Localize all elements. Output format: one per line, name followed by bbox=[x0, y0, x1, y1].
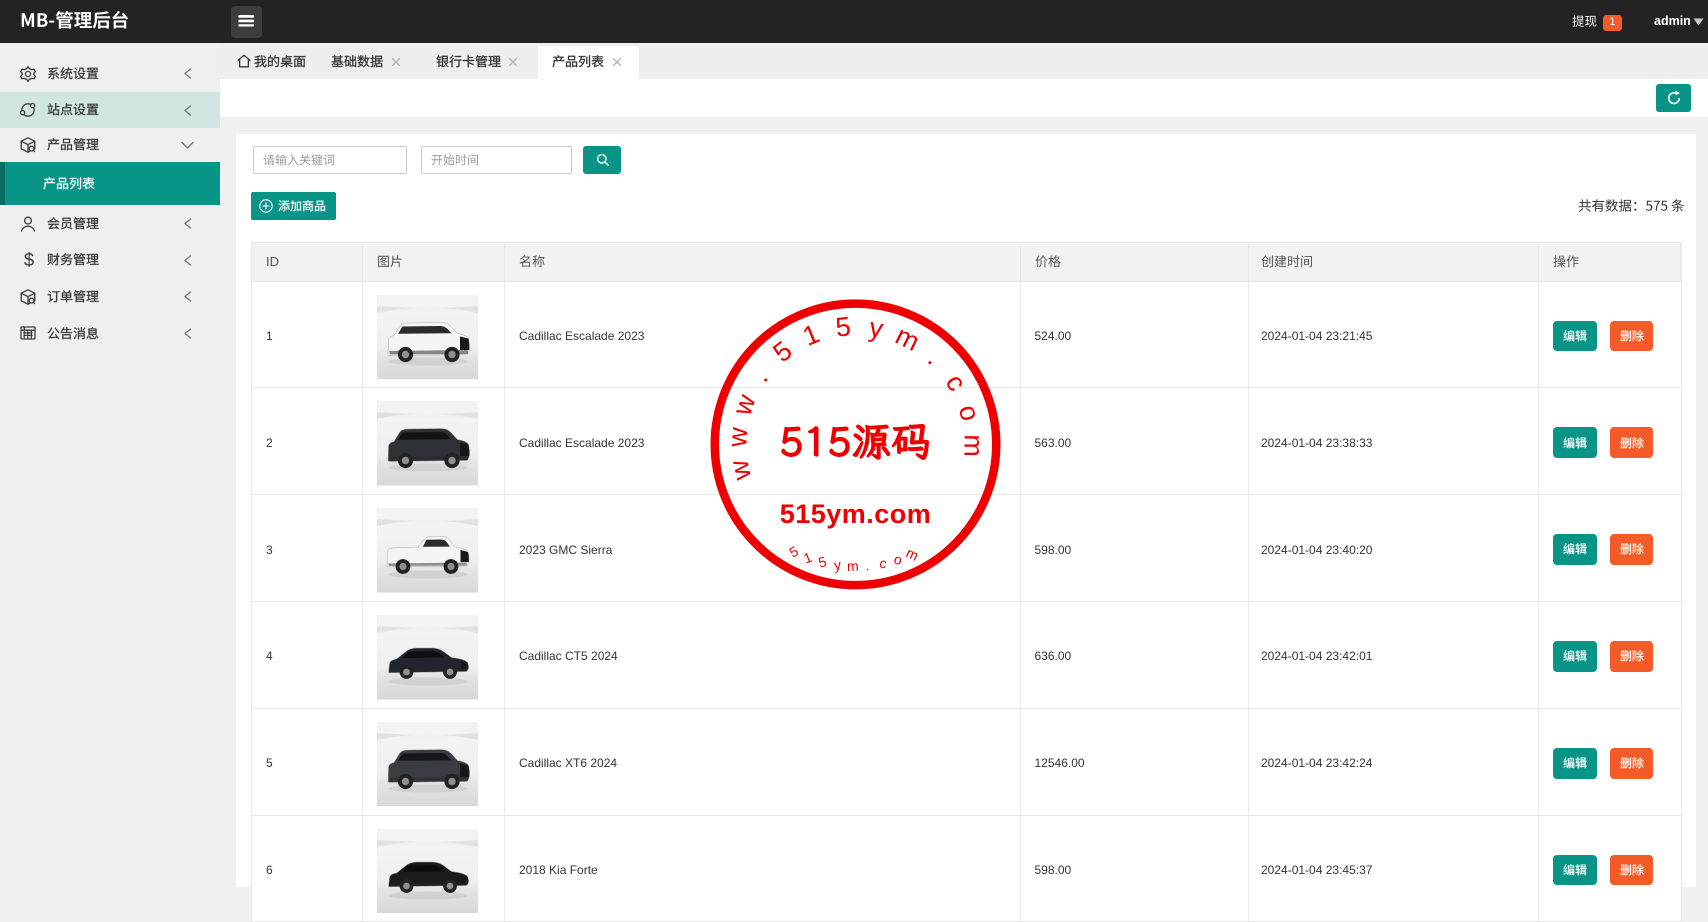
svg-text:.: . bbox=[745, 364, 774, 388]
svg-text:o: o bbox=[953, 402, 986, 425]
svg-text:5: 5 bbox=[767, 335, 797, 368]
svg-text:5: 5 bbox=[817, 553, 829, 570]
svg-text:o: o bbox=[892, 551, 905, 569]
svg-text:w: w bbox=[727, 390, 762, 420]
svg-text:y: y bbox=[833, 556, 842, 573]
svg-text:5: 5 bbox=[787, 543, 802, 561]
svg-text:m: m bbox=[958, 434, 988, 457]
svg-text:5: 5 bbox=[834, 311, 852, 342]
svg-text:1: 1 bbox=[801, 549, 814, 567]
svg-text:.: . bbox=[922, 344, 948, 371]
svg-text:c: c bbox=[878, 555, 888, 572]
svg-text:.: . bbox=[865, 557, 870, 573]
svg-text:m: m bbox=[847, 558, 859, 574]
svg-text:c: c bbox=[940, 369, 973, 396]
svg-text:515ym.com: 515ym.com bbox=[780, 499, 932, 529]
svg-text:m: m bbox=[904, 544, 921, 563]
svg-text:m: m bbox=[891, 320, 924, 357]
svg-text:y: y bbox=[867, 312, 886, 344]
svg-text:w: w bbox=[722, 426, 753, 449]
svg-text:w: w bbox=[723, 457, 757, 484]
svg-text:1: 1 bbox=[799, 318, 824, 351]
